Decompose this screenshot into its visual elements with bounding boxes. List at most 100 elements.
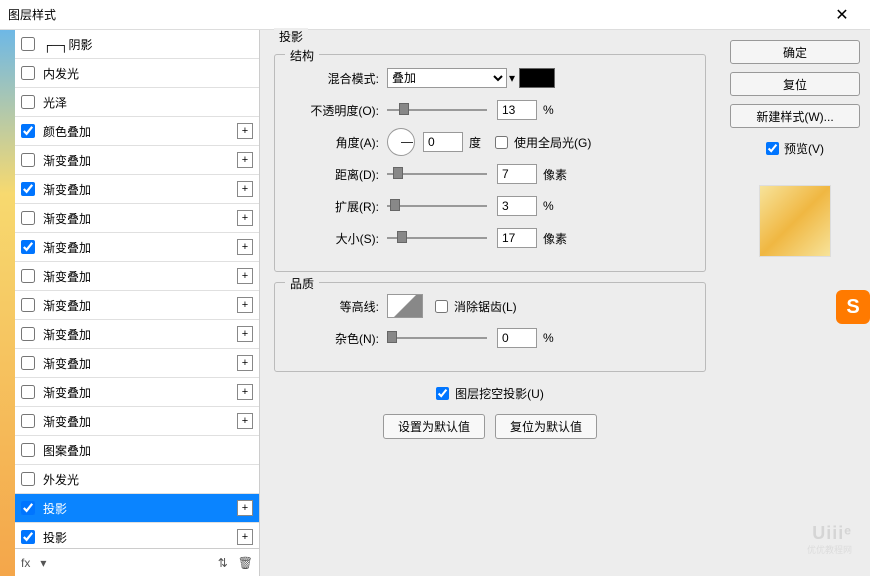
effect-checkbox[interactable] [21, 124, 35, 138]
opacity-slider[interactable] [387, 103, 487, 117]
blend-mode-select[interactable]: 叠加 [387, 68, 507, 88]
up-down-icon[interactable]: ⇅ [218, 556, 228, 570]
effect-checkbox[interactable] [21, 501, 35, 515]
knockout-checkbox[interactable] [436, 387, 449, 400]
cancel-button[interactable]: 复位 [730, 72, 860, 96]
ok-button[interactable]: 确定 [730, 40, 860, 64]
effect-label: 图案叠加 [43, 442, 253, 459]
effect-checkbox[interactable] [21, 182, 35, 196]
add-effect-icon[interactable]: + [237, 500, 253, 516]
add-effect-icon[interactable]: + [237, 384, 253, 400]
new-style-button[interactable]: 新建样式(W)... [730, 104, 860, 128]
add-effect-icon[interactable]: + [237, 413, 253, 429]
preview-checkbox[interactable] [766, 142, 779, 155]
effects-list[interactable]: ┌─┐阴影内发光光泽颜色叠加+渐变叠加+渐变叠加+渐变叠加+渐变叠加+渐变叠加+… [15, 30, 259, 548]
add-effect-icon[interactable]: + [237, 239, 253, 255]
effect-row-gradient-overlay-7[interactable]: 渐变叠加+ [15, 320, 259, 349]
effect-row-drop-shadow-1[interactable]: 投影+ [15, 494, 259, 523]
section-title: 投影 [274, 28, 308, 45]
window-title: 图层样式 [8, 6, 822, 23]
global-light-checkbox[interactable] [495, 136, 508, 149]
spread-input[interactable] [497, 196, 537, 216]
effect-checkbox[interactable] [21, 298, 35, 312]
blend-dropdown-icon[interactable]: ▾ [509, 71, 515, 85]
effect-checkbox[interactable] [21, 269, 35, 283]
effect-checkbox[interactable] [21, 211, 35, 225]
effect-label: ┌─┐阴影 [43, 36, 253, 53]
add-effect-icon[interactable]: + [237, 181, 253, 197]
distance-input[interactable] [497, 164, 537, 184]
add-effect-icon[interactable]: + [237, 355, 253, 371]
antialias-checkbox[interactable] [435, 300, 448, 313]
effect-checkbox[interactable] [21, 472, 35, 486]
add-effect-icon[interactable]: + [237, 123, 253, 139]
effect-row-gradient-overlay-6[interactable]: 渐变叠加+ [15, 291, 259, 320]
effect-row-inner-glow[interactable]: 内发光 [15, 59, 259, 88]
opacity-row: 不透明度(O): % [289, 99, 691, 121]
effect-checkbox[interactable] [21, 153, 35, 167]
effect-row-satin[interactable]: 光泽 [15, 88, 259, 117]
effect-checkbox[interactable] [21, 385, 35, 399]
spread-row: 扩展(R): % [289, 195, 691, 217]
effect-row-gradient-overlay-4[interactable]: 渐变叠加+ [15, 233, 259, 262]
size-input[interactable] [497, 228, 537, 248]
effect-label: 渐变叠加 [43, 239, 237, 256]
angle-label: 角度(A): [289, 134, 379, 151]
effect-row-gradient-overlay-2[interactable]: 渐变叠加+ [15, 175, 259, 204]
close-button[interactable]: ✕ [822, 0, 862, 30]
antialias-label: 消除锯齿(L) [454, 298, 517, 315]
effect-checkbox[interactable] [21, 443, 35, 457]
effect-checkbox[interactable] [21, 356, 35, 370]
effect-row-gradient-overlay-1[interactable]: 渐变叠加+ [15, 146, 259, 175]
contour-picker[interactable] [387, 294, 423, 318]
spread-slider[interactable] [387, 199, 487, 213]
add-effect-icon[interactable]: + [237, 152, 253, 168]
effect-checkbox[interactable] [21, 66, 35, 80]
fx-label[interactable]: fx [21, 556, 30, 570]
reset-default-button[interactable]: 复位为默认值 [495, 414, 597, 439]
angle-input[interactable] [423, 132, 463, 152]
effect-label: 渐变叠加 [43, 210, 237, 227]
size-unit: 像素 [543, 230, 567, 247]
distance-row: 距离(D): 像素 [289, 163, 691, 185]
effect-row-drop-shadow-2[interactable]: 投影+ [15, 523, 259, 548]
effect-row-color-overlay[interactable]: 颜色叠加+ [15, 117, 259, 146]
effect-checkbox[interactable] [21, 240, 35, 254]
effect-label: 颜色叠加 [43, 123, 237, 140]
effect-label: 投影 [43, 500, 237, 517]
effect-row-gradient-overlay-5[interactable]: 渐变叠加+ [15, 262, 259, 291]
spread-label: 扩展(R): [289, 198, 379, 215]
effect-checkbox[interactable] [21, 414, 35, 428]
add-effect-icon[interactable]: + [237, 529, 253, 545]
noise-label: 杂色(N): [289, 330, 379, 347]
effect-row-gradient-overlay-8[interactable]: 渐变叠加+ [15, 349, 259, 378]
opacity-input[interactable] [497, 100, 537, 120]
set-default-button[interactable]: 设置为默认值 [383, 414, 485, 439]
effect-row-outer-glow[interactable]: 外发光 [15, 465, 259, 494]
fx-dropdown-icon[interactable]: ▾ [40, 556, 46, 570]
angle-dial[interactable] [387, 128, 415, 156]
add-effect-icon[interactable]: + [237, 326, 253, 342]
distance-slider[interactable] [387, 167, 487, 181]
sogou-ime-icon[interactable]: S [836, 290, 870, 324]
effect-label: 投影 [43, 529, 237, 546]
effect-checkbox[interactable] [21, 327, 35, 341]
effect-row-inner-shadow-top[interactable]: ┌─┐阴影 [15, 30, 259, 59]
trash-icon[interactable]: 🗑 [238, 556, 253, 570]
noise-input[interactable] [497, 328, 537, 348]
shadow-color-swatch[interactable] [519, 68, 555, 88]
noise-unit: % [543, 331, 554, 345]
effect-checkbox[interactable] [21, 530, 35, 544]
effect-row-gradient-overlay-10[interactable]: 渐变叠加+ [15, 407, 259, 436]
add-effect-icon[interactable]: + [237, 268, 253, 284]
add-effect-icon[interactable]: + [237, 210, 253, 226]
effect-row-gradient-overlay-9[interactable]: 渐变叠加+ [15, 378, 259, 407]
add-effect-icon[interactable]: + [237, 297, 253, 313]
size-slider[interactable] [387, 231, 487, 245]
contour-label: 等高线: [289, 298, 379, 315]
noise-slider[interactable] [387, 331, 487, 345]
effect-row-gradient-overlay-3[interactable]: 渐变叠加+ [15, 204, 259, 233]
effect-checkbox[interactable] [21, 37, 35, 51]
effect-row-pattern-overlay[interactable]: 图案叠加 [15, 436, 259, 465]
effect-checkbox[interactable] [21, 95, 35, 109]
